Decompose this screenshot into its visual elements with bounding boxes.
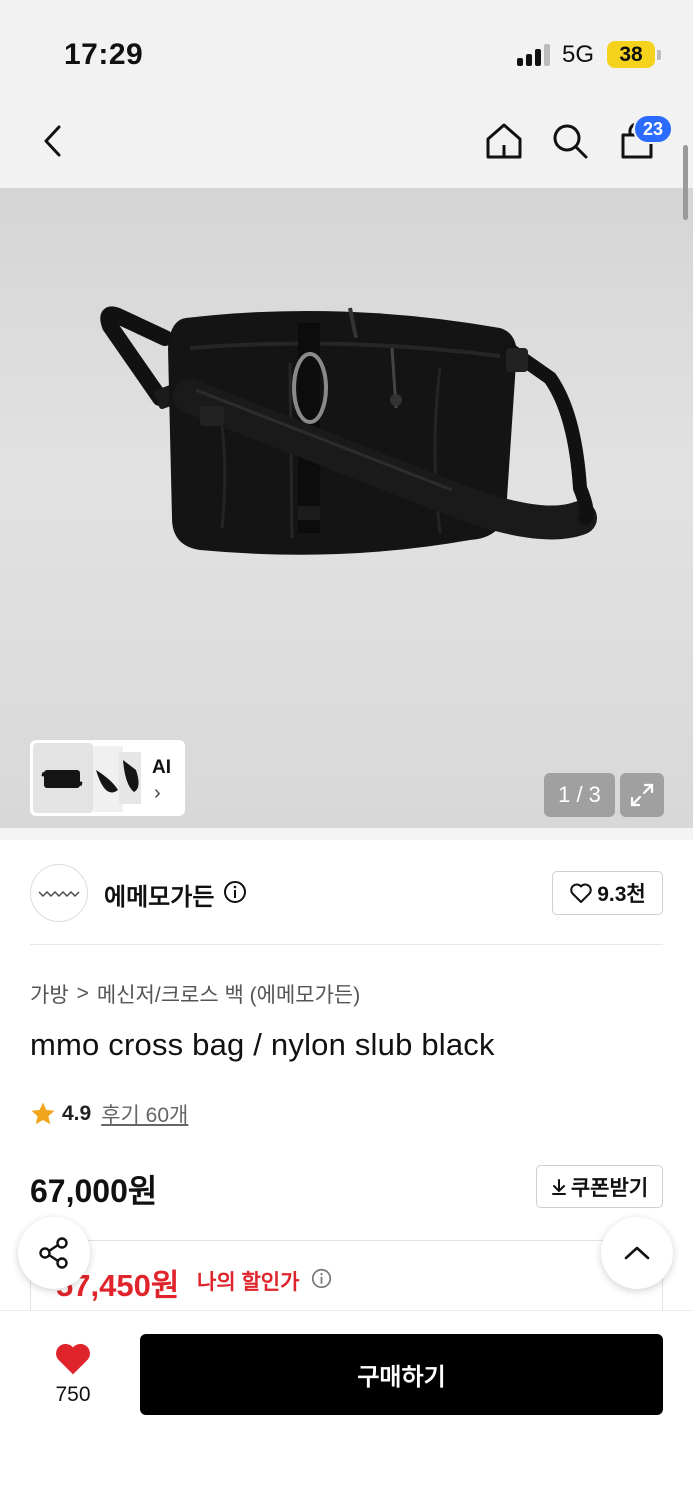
share-icon <box>39 1237 68 1269</box>
info-icon[interactable] <box>311 1268 332 1289</box>
rating-value: 4.9 <box>62 1102 92 1125</box>
product-title: mmo cross bag / nylon slub black <box>30 1027 495 1062</box>
scroll-top-button[interactable] <box>601 1217 673 1289</box>
chevron-right-icon[interactable]: › <box>154 782 161 805</box>
breadcrumb-category[interactable]: 가방 <box>30 979 69 1009</box>
back-icon[interactable] <box>28 116 78 166</box>
star-icon <box>31 1102 55 1125</box>
divider <box>30 944 663 945</box>
brand-name[interactable]: 에메모가든 <box>104 877 214 912</box>
cart-badge: 23 <box>633 114 673 144</box>
status-time: 17:29 <box>64 38 144 71</box>
heart-outline-icon <box>570 883 592 903</box>
expand-icon[interactable] <box>620 773 664 817</box>
heart-filled-icon <box>56 1343 90 1375</box>
battery-nub <box>657 50 661 60</box>
coupon-label: 쿠폰받기 <box>570 1176 649 1200</box>
review-link[interactable]: 후기 60개 <box>101 1099 188 1129</box>
status-bar: 17:29 5G 38 <box>0 0 693 100</box>
bag-illustration <box>100 306 597 555</box>
share-button[interactable] <box>18 1217 90 1289</box>
page-indicator: 1 / 3 <box>544 773 615 817</box>
price: 67,000원 <box>30 1173 158 1209</box>
search-icon[interactable] <box>545 116 595 166</box>
coupon-button[interactable]: 쿠폰받기 <box>536 1165 663 1208</box>
brand-like-button[interactable]: 9.3천 <box>552 871 663 915</box>
buy-button[interactable]: 구매하기 <box>140 1334 663 1415</box>
like-count: 750 <box>55 1383 91 1406</box>
scrollbar[interactable] <box>683 145 688 220</box>
product-image[interactable] <box>0 188 693 828</box>
chevron-up-icon <box>624 1246 650 1260</box>
discount-label: 나의 할인가 <box>197 1271 300 1294</box>
like-button[interactable]: 750 <box>40 1340 106 1407</box>
ai-label[interactable]: AI <box>152 757 171 779</box>
home-icon[interactable] <box>479 116 529 166</box>
battery-icon: 38 <box>607 41 655 68</box>
rating-row: 4.9 후기 60개 <box>30 1099 188 1129</box>
signal-icon <box>517 44 551 66</box>
info-icon[interactable] <box>223 880 247 904</box>
breadcrumb-separator: > <box>76 982 89 1005</box>
brand-like-count: 9.3천 <box>597 883 646 906</box>
breadcrumb: 가방 > 메신저/크로스 백 (에메모가든) <box>30 979 360 1009</box>
section-divider <box>0 828 693 840</box>
breadcrumb-subcategory[interactable]: 메신저/크로스 백 (에메모가든) <box>97 979 360 1009</box>
top-nav <box>0 100 693 188</box>
brand-logo[interactable] <box>30 864 88 922</box>
network-label: 5G <box>562 41 595 68</box>
download-icon <box>551 1178 566 1195</box>
